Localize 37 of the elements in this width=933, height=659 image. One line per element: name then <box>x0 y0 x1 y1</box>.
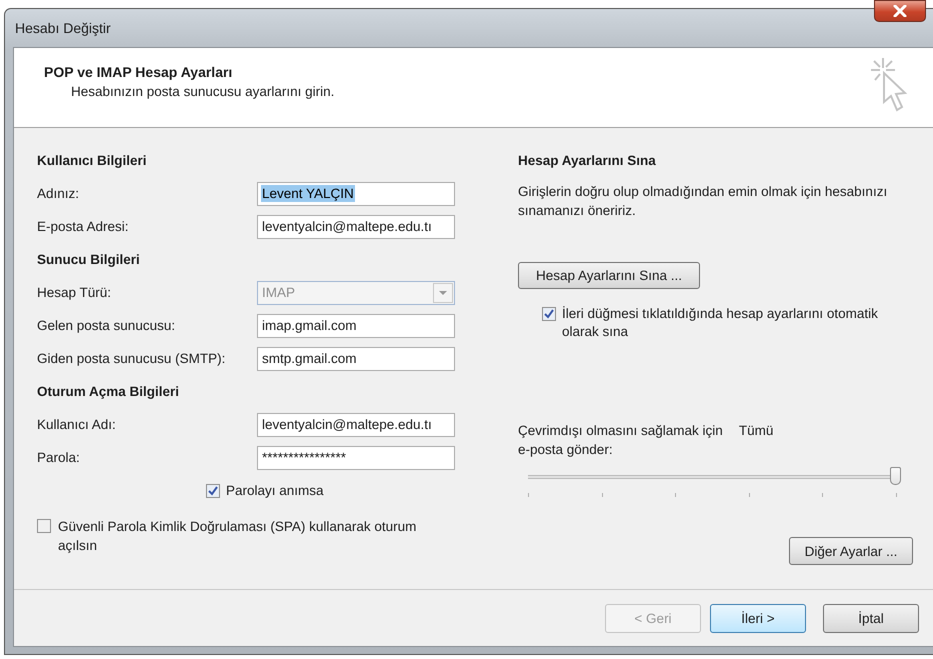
slider-value: Tümü <box>738 422 774 440</box>
checkbox-label: Parolayı anımsa <box>226 483 324 498</box>
slider-label: e-posta gönder: <box>518 441 614 459</box>
wizard-button[interactable]: İptal <box>823 604 919 632</box>
checkbox[interactable] <box>542 307 556 321</box>
test-settings-button[interactable]: Hesap Ayarlarını Sına ... <box>518 262 700 289</box>
close-icon <box>893 5 907 17</box>
close-button[interactable] <box>874 0 926 22</box>
section-heading: Hesap Ayarlarını Sına <box>518 153 656 168</box>
section-heading: Kullanıcı Bilgileri <box>37 153 147 168</box>
input-field[interactable]: smtp.gmail.com <box>257 346 455 370</box>
section-heading: Sunucu Bilgileri <box>37 252 140 267</box>
input-field[interactable]: leventyalcin@maltepe.edu.tı <box>257 214 455 238</box>
field-label: Gelen posta sunucusu: <box>37 318 176 333</box>
field-label: Adınız: <box>37 186 80 201</box>
window-title: Hesabı Değiştir <box>15 20 111 36</box>
checkbox-label: Güvenli Parola Kimlik Doğrulaması (SPA) kullanarak oturum açılsın <box>58 518 418 555</box>
field-label: Giden posta sunucusu (SMTP): <box>37 351 226 366</box>
field-label: Parola: <box>37 450 81 465</box>
field-label: Hesap Türü: <box>37 285 112 300</box>
slider-thumb[interactable] <box>890 467 901 485</box>
input-field[interactable]: leventyalcin@maltepe.edu.tı <box>257 412 455 436</box>
header-title: POP ve IMAP Hesap Ayarları <box>44 64 234 80</box>
field-label: Kullanıcı Adı: <box>37 417 117 432</box>
input-field[interactable]: **************** <box>257 446 455 470</box>
input-field[interactable]: imap.gmail.com <box>257 314 455 338</box>
description-text: Girişlerin doğru olup olmadığından emin olmak için hesabınızı sınamanızı öneririz. <box>518 183 888 220</box>
header-subtitle: Hesabınızın posta sunucusu ayarlarını girin. <box>71 84 334 99</box>
more-settings-button[interactable]: Diğer Ayarlar ... <box>789 537 913 565</box>
input-field[interactable]: Levent YALÇIN <box>257 182 455 206</box>
checkbox[interactable] <box>206 484 220 498</box>
field-label: E-posta Adresi: <box>37 219 130 234</box>
wizard-button[interactable]: İleri > <box>710 604 806 632</box>
checkbox-label: İleri düğmesi tıklatıldığında hesap ayarlarını otomatik olarak sına <box>562 305 879 341</box>
slider-label: Çevrimdışı olmasını sağlamak için <box>518 422 723 440</box>
section-heading: Oturum Açma Bilgileri <box>37 384 180 399</box>
checkbox[interactable] <box>37 519 51 533</box>
